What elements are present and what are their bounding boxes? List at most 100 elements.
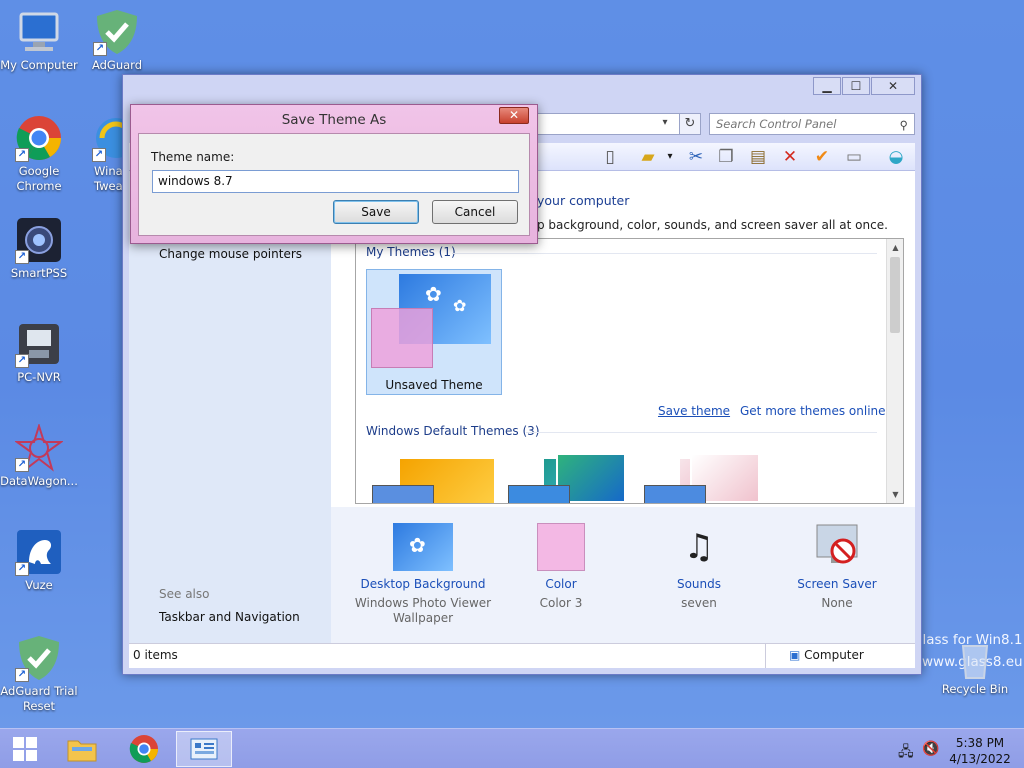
page-header-text: your computer [537, 193, 630, 208]
computer-icon: ▣ [789, 648, 801, 662]
theme-thumbnail-color [644, 485, 706, 503]
desktop-icon-winaero[interactable]: ↗ Winaero Tweaker [78, 114, 122, 194]
smartpss-camera-icon: ↗ [15, 216, 63, 264]
page-description: p background, color, sounds, and screen … [537, 218, 888, 232]
shortcut-arrow-icon: ↗ [15, 562, 29, 576]
shortcut-arrow-icon: ↗ [92, 148, 106, 162]
refresh-button[interactable]: ↻ [679, 113, 701, 135]
adguard-shield-icon: ↗ [93, 8, 141, 56]
dialog-body: Theme name: windows 8.7 Save Cancel [138, 133, 530, 236]
dropdown-arrow-icon[interactable]: ▾ [659, 147, 681, 167]
option-title: Sounds [676, 577, 722, 591]
folder-icon [67, 740, 97, 762]
default-theme-flowers[interactable] [644, 453, 766, 503]
save-theme-dialog: Save Theme As ✕ Theme name: windows 8.7 … [130, 104, 538, 244]
shortcut-arrow-icon: ↗ [15, 148, 29, 162]
screen-saver-option[interactable]: Screen Saver None [767, 523, 907, 611]
start-button[interactable] [0, 731, 50, 767]
shortcut-arrow-icon: ↗ [15, 250, 29, 264]
vuze-frog-icon: ↗ [15, 528, 63, 576]
flower-icon: ✿ [409, 533, 426, 557]
desktop-icon-recycle-bin[interactable]: Recycle Bin [936, 640, 1014, 697]
address-dropdown-icon[interactable]: ▾ [655, 113, 675, 135]
check-icon[interactable]: ✔ [811, 147, 833, 167]
layout-icon[interactable]: ▯ [599, 147, 621, 167]
cut-icon[interactable]: ✂ [685, 147, 707, 167]
minimize-button[interactable]: ▁ [813, 77, 841, 95]
desktop-icon-label: Recycle Bin [941, 682, 1009, 696]
desktop-icon-adguard[interactable]: ↗ AdGuard [78, 8, 156, 73]
address-bar[interactable] [531, 113, 701, 135]
sounds-music-icon: ♫ [683, 527, 715, 567]
taskbar-chrome[interactable] [116, 731, 172, 767]
network-icon[interactable]: 🖧 [898, 741, 914, 765]
paste-icon[interactable]: ▤ [747, 147, 769, 167]
theme-name-input[interactable]: windows 8.7 [152, 170, 519, 193]
sounds-option[interactable]: ♫ Sounds seven [629, 523, 769, 611]
color-swatch-icon [537, 523, 585, 571]
default-theme-lines[interactable] [508, 453, 630, 503]
taskbar-clock[interactable]: 5:38 PM 4/13/2022 [944, 735, 1016, 767]
shell-icon[interactable]: ◒ [885, 147, 907, 167]
status-item-count: 0 items [133, 648, 178, 662]
desktop-icon-label: Google Chrome [16, 164, 62, 193]
desktop-icon-chrome[interactable]: ↗ Google Chrome [0, 114, 78, 194]
screen-saver-icon [807, 523, 867, 571]
scrollbar-thumb[interactable] [890, 257, 900, 333]
search-icon: ⚲ [899, 118, 908, 132]
scroll-up-icon[interactable]: ▲ [887, 243, 903, 252]
option-title: Color [545, 577, 577, 591]
my-themes-heading: My Themes (1) [366, 245, 456, 259]
properties-icon[interactable]: ▭ [843, 147, 865, 167]
chrome-icon: ↗ [15, 114, 63, 162]
close-button[interactable]: ✕ [871, 77, 915, 95]
desktop-background-option[interactable]: ✿ Desktop Background Windows Photo Viewe… [353, 523, 493, 626]
clock-date: 4/13/2022 [949, 752, 1011, 766]
shortcut-arrow-icon: ↗ [15, 668, 29, 682]
theme-options-bar: ✿ Desktop Background Windows Photo Viewe… [331, 507, 915, 643]
status-bar: 0 items ▣ Computer [129, 643, 915, 668]
default-theme-windows[interactable] [372, 459, 494, 503]
taskbar-control-panel[interactable] [176, 731, 232, 767]
theme-name-label: Theme name: [151, 150, 235, 164]
folder-options-icon[interactable]: ▰ [637, 147, 659, 167]
option-value: None [821, 596, 853, 610]
desktop-icon-smartpss[interactable]: ↗ SmartPSS [0, 216, 78, 281]
desktop-icon-datawagon[interactable]: ↗ DataWagon... [0, 422, 78, 489]
divider [452, 253, 877, 254]
cancel-button[interactable]: Cancel [432, 200, 518, 224]
divider [526, 432, 877, 433]
pcnvr-icon: ↗ [15, 320, 63, 368]
maximize-button[interactable]: ☐ [842, 77, 870, 95]
desktop-icon-vuze[interactable]: ↗ Vuze [0, 528, 78, 593]
desktop-icon-pcnvr[interactable]: ↗ PC-NVR [0, 320, 78, 385]
scroll-down-icon[interactable]: ▼ [887, 490, 903, 499]
theme-thumbnail-color [371, 308, 433, 368]
desktop-icon-my-computer[interactable]: My Computer [0, 8, 78, 73]
get-more-themes-link[interactable]: Get more themes online [740, 404, 886, 418]
delete-icon[interactable]: ✕ [779, 147, 801, 167]
theme-list: My Themes (1) ✿ ✿ Unsaved Theme Save the… [355, 238, 904, 504]
taskbar-navigation-link[interactable]: Taskbar and Navigation [159, 610, 300, 624]
change-mouse-pointers-link[interactable]: Change mouse pointers [159, 247, 302, 261]
taskbar-file-explorer[interactable] [54, 731, 110, 767]
unsaved-theme-tile[interactable]: ✿ ✿ Unsaved Theme [366, 269, 502, 395]
desktop-icon-label: SmartPSS [10, 266, 68, 280]
see-also-heading: See also [159, 587, 210, 601]
search-input[interactable]: Search Control Panel ⚲ [709, 113, 915, 135]
shortcut-arrow-icon: ↗ [15, 458, 29, 472]
save-button[interactable]: Save [333, 200, 419, 224]
option-title: Screen Saver [797, 577, 877, 591]
desktop-icon-label: AdGuard Trial Reset [0, 684, 78, 713]
control-panel-icon [190, 738, 218, 760]
chrome-icon [129, 735, 158, 763]
color-option[interactable]: Color Color 3 [491, 523, 631, 611]
desktop-icon-adguard-reset[interactable]: ↗ AdGuard Trial Reset [0, 634, 78, 714]
volume-muted-icon[interactable]: 🔇 [922, 741, 939, 757]
dialog-close-button[interactable]: ✕ [499, 107, 529, 124]
divider [765, 644, 766, 668]
datawagon-star-icon: ↗ [13, 422, 65, 472]
save-theme-link[interactable]: Save theme [658, 404, 730, 418]
copy-icon[interactable]: ❐ [715, 147, 737, 167]
theme-list-scrollbar[interactable]: ▲ ▼ [886, 239, 903, 503]
